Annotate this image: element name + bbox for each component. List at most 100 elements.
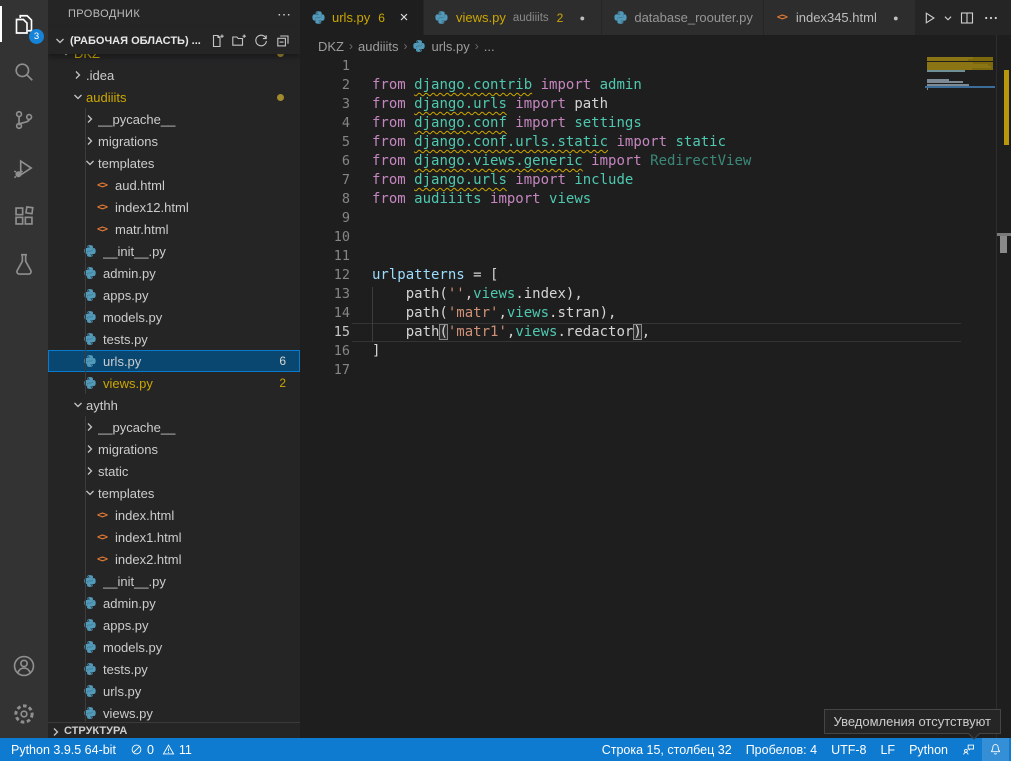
status-notifications-bell[interactable]: [982, 738, 1009, 761]
tree-item-label: apps.py: [103, 288, 300, 303]
account-icon: [12, 654, 36, 678]
code-editor[interactable]: 12from django.contrib import admin3from …: [300, 57, 925, 738]
status-encoding[interactable]: UTF-8: [824, 738, 873, 761]
html-icon: <>: [94, 551, 110, 567]
line-number[interactable]: 7: [300, 171, 350, 190]
tree-folder-.idea[interactable]: .idea: [48, 64, 300, 86]
dirty-indicator[interactable]: ●: [887, 13, 905, 23]
chevron-down-icon: [70, 397, 86, 413]
html-icon: <>: [774, 10, 790, 26]
breadcrumb-label: urls.py: [431, 39, 469, 54]
minimap[interactable]: [925, 35, 995, 738]
collapse-all-icon[interactable]: [272, 30, 294, 52]
line-number[interactable]: 1: [300, 57, 350, 76]
split-editor-button[interactable]: [955, 5, 979, 31]
breadcrumb-label: audiiits: [358, 39, 398, 54]
status-feedback[interactable]: [955, 738, 982, 761]
html-icon: <>: [94, 177, 110, 193]
indent-guide: [85, 416, 86, 722]
status-python-interpreter[interactable]: Python 3.9.5 64-bit: [4, 738, 123, 761]
status-language-mode[interactable]: Python: [902, 738, 955, 761]
tree-item-label: __init__.py: [103, 244, 300, 259]
code-line-11: 11: [300, 247, 925, 266]
breadcrumb-item-...[interactable]: ...: [484, 39, 495, 54]
breadcrumb-item-audiiits[interactable]: audiiits: [358, 39, 398, 54]
activity-item-explorer[interactable]: 3: [0, 0, 48, 48]
minimap-current-line: [925, 86, 995, 88]
tab-views.py[interactable]: views.pyaudiiits2●: [424, 0, 602, 35]
breadcrumb-item-DKZ[interactable]: DKZ: [318, 39, 344, 54]
line-number[interactable]: 3: [300, 95, 350, 114]
activity-item-search[interactable]: [0, 48, 48, 96]
code-line-6: 6from django.views.generic import Redire…: [300, 152, 925, 171]
tree-item-label: views.py: [103, 376, 279, 391]
scrollbar-thumb[interactable]: [1000, 236, 1007, 253]
line-number[interactable]: 10: [300, 228, 350, 247]
line-number[interactable]: 16: [300, 342, 350, 361]
line-number[interactable]: 14: [300, 304, 350, 323]
run-button[interactable]: [917, 5, 941, 31]
status-problems[interactable]: 011: [123, 738, 199, 761]
line-number[interactable]: 17: [300, 361, 350, 380]
line-number[interactable]: 4: [300, 114, 350, 133]
editor-group: urls.py6×views.pyaudiiits2●database_roou…: [300, 0, 1011, 738]
line-number[interactable]: 15: [300, 323, 350, 342]
activity-item-run-debug[interactable]: [0, 144, 48, 192]
status-cursor-position[interactable]: Строка 15, столбец 32: [595, 738, 739, 761]
outline-section-header[interactable]: СТРУКТУРА: [48, 722, 300, 738]
activity-item-settings[interactable]: [0, 690, 48, 738]
status-label: Строка 15, столбец 32: [602, 743, 732, 757]
close-icon[interactable]: ×: [395, 9, 413, 27]
more-actions[interactable]: [979, 5, 1003, 31]
python-icon: [310, 10, 326, 26]
problems-badge: 6: [279, 354, 286, 368]
activity-item-testing[interactable]: [0, 240, 48, 288]
tab-database_roouter.py[interactable]: database_roouter.py: [602, 0, 764, 35]
code-line-15: 15 path('matr1',views.redactor),: [300, 323, 925, 342]
tab-urls.py[interactable]: urls.py6×: [300, 0, 424, 35]
python-icon: [612, 10, 628, 26]
warning-icon: [162, 743, 175, 756]
sidebar-title-row: ПРОВОДНИК ⋯: [48, 0, 300, 28]
dirty-indicator[interactable]: ●: [573, 13, 591, 23]
line-number[interactable]: 11: [300, 247, 350, 266]
status-eol[interactable]: LF: [873, 738, 902, 761]
status-label: UTF-8: [831, 743, 866, 757]
overview-ruler[interactable]: [996, 35, 1011, 738]
new-file-icon[interactable]: [206, 30, 228, 52]
tree-folder-aythh[interactable]: aythh: [48, 394, 300, 416]
code-line-16: 16]: [300, 342, 925, 361]
line-number[interactable]: 2: [300, 76, 350, 95]
tree-folder-DKZ[interactable]: DKZ: [48, 54, 300, 64]
activity-item-account[interactable]: [0, 642, 48, 690]
line-number[interactable]: 12: [300, 266, 350, 285]
code-line-14: 14 path('matr',views.stran),: [300, 304, 925, 323]
problems-badge: 2: [279, 376, 286, 390]
line-number[interactable]: 8: [300, 190, 350, 209]
line-number[interactable]: 6: [300, 152, 350, 171]
minimap-line: [927, 88, 928, 90]
more-actions-icon[interactable]: ⋯: [277, 6, 292, 23]
code-line-13: 13 path('',views.index),: [300, 285, 925, 304]
workspace-section-header[interactable]: (РАБОЧАЯ ОБЛАСТЬ) ...: [48, 28, 300, 54]
line-number[interactable]: 13: [300, 285, 350, 304]
bell-icon: [989, 743, 1002, 756]
breadcrumb-separator: ›: [475, 39, 479, 53]
run-dropdown[interactable]: [941, 5, 955, 31]
tab-index345.html[interactable]: <>index345.html●: [764, 0, 916, 35]
tree-folder-audiiits[interactable]: audiiits: [48, 86, 300, 108]
line-number[interactable]: 9: [300, 209, 350, 228]
notifications-tooltip: Уведомления отсутствуют: [824, 709, 1001, 734]
activity-item-source-control[interactable]: [0, 96, 48, 144]
line-number[interactable]: 5: [300, 133, 350, 152]
breadcrumb-item-urls.py[interactable]: urls.py: [412, 39, 469, 54]
activity-item-extensions[interactable]: [0, 192, 48, 240]
refresh-icon[interactable]: [250, 30, 272, 52]
workspace-label: (РАБОЧАЯ ОБЛАСТЬ) ...: [70, 35, 206, 47]
gear-icon: [12, 702, 36, 726]
new-folder-icon[interactable]: [228, 30, 250, 52]
status-indentation[interactable]: Пробелов: 4: [739, 738, 824, 761]
tree-item-label: index12.html: [115, 200, 300, 215]
tree-item-label: models.py: [103, 310, 300, 325]
tree-item-label: index.html: [115, 508, 300, 523]
